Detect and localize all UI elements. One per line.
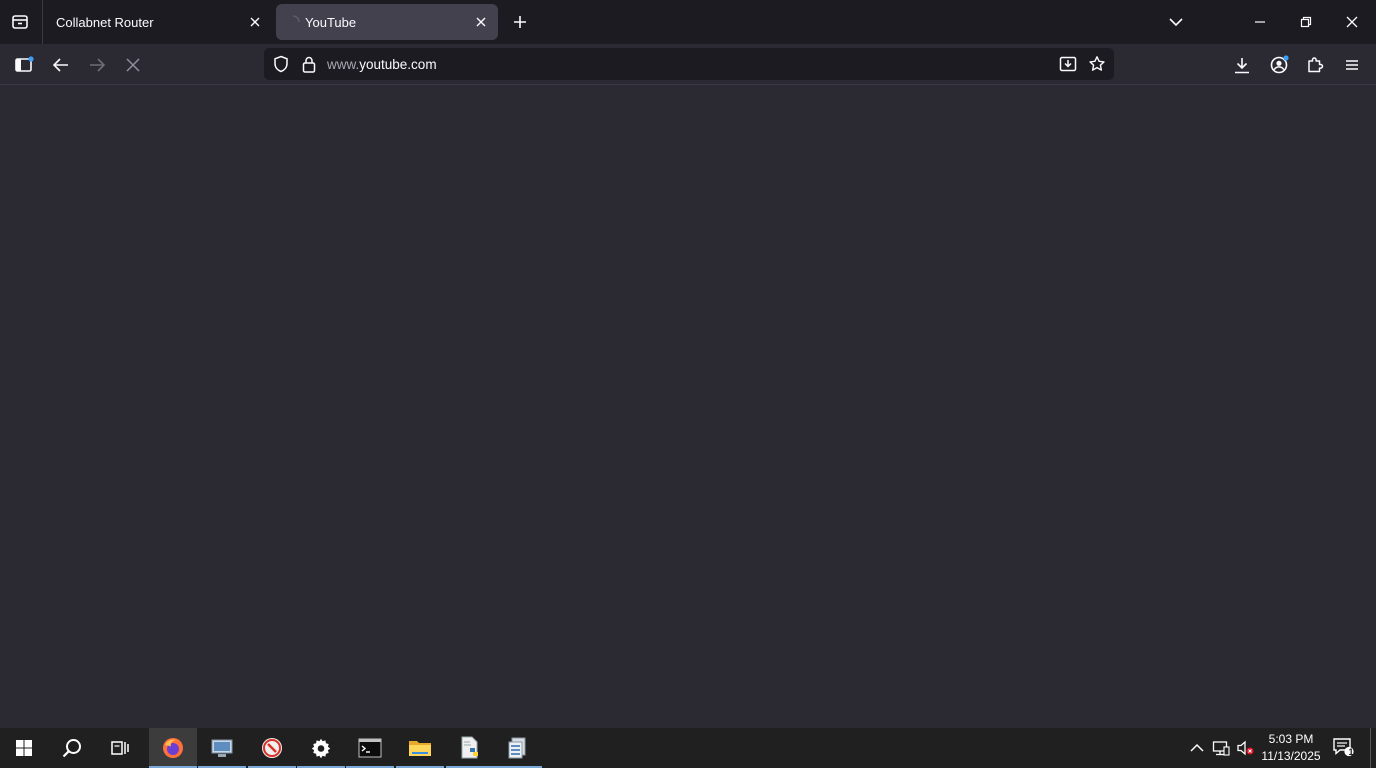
tab-title: Collabnet Router [56, 14, 154, 30]
url-bar[interactable]: www.youtube.com [264, 48, 1114, 80]
minimize-icon[interactable] [1246, 8, 1274, 36]
downloads-icon[interactable] [1229, 52, 1255, 78]
windows-logo-icon [15, 739, 33, 757]
search-icon [61, 737, 83, 759]
taskbar-app-red-app[interactable] [248, 728, 296, 768]
taskbar-app-disk-utility[interactable] [494, 728, 542, 768]
navigation-toolbar: www.youtube.com [0, 44, 1376, 85]
app-menu-icon[interactable] [1339, 52, 1365, 78]
close-window-icon[interactable] [1338, 8, 1366, 36]
task-view-icon [110, 739, 130, 757]
bookmark-star-icon[interactable] [1084, 51, 1110, 77]
clock-date: 11/13/2025 [1261, 749, 1321, 763]
url-text[interactable]: www.youtube.com [327, 57, 437, 72]
firefox-icon [161, 736, 185, 760]
url-prefix: www. [327, 57, 360, 72]
restore-icon[interactable] [1292, 8, 1320, 36]
remote-desktop-icon [210, 737, 234, 759]
extensions-icon[interactable] [1302, 52, 1328, 78]
firefox-view-icon[interactable] [8, 10, 32, 34]
windows-taskbar: 5:03 PM 11/13/2025 1 [0, 728, 1376, 768]
terminal-icon [358, 738, 382, 758]
taskbar-app-firefox[interactable] [149, 728, 197, 768]
forward-icon[interactable] [84, 52, 110, 78]
notification-center-icon[interactable]: 1 [1332, 737, 1356, 761]
tab-collabnet-router[interactable]: Collabnet Router [44, 4, 272, 40]
sidebar-toggle-icon[interactable] [11, 52, 37, 78]
red-circle-app-icon [260, 736, 284, 760]
settings-gear-icon [310, 737, 332, 759]
notification-count-badge: 1 [1348, 747, 1354, 757]
tab-title: YouTube [305, 14, 357, 30]
stop-loading-icon[interactable] [120, 52, 146, 78]
taskbar-app-python-editor[interactable] [446, 728, 494, 768]
loading-throbber-icon [284, 13, 302, 31]
taskbar-app-settings[interactable] [297, 728, 345, 768]
tracking-protection-shield-icon[interactable] [268, 51, 294, 77]
url-domain: youtube.com [359, 57, 437, 72]
python-file-icon [458, 736, 482, 760]
list-all-tabs-icon[interactable] [1164, 10, 1188, 34]
taskbar-app-file-explorer[interactable] [396, 728, 444, 768]
page-content [0, 85, 1376, 728]
start-button[interactable] [0, 728, 48, 768]
disk-utility-icon [506, 736, 530, 760]
install-app-icon[interactable] [1055, 51, 1081, 77]
show-desktop-button[interactable] [1370, 728, 1376, 768]
account-icon[interactable] [1266, 52, 1292, 78]
search-button[interactable] [48, 728, 96, 768]
clock-time: 5:03 PM [1268, 732, 1314, 746]
taskbar-app-remote-desktop[interactable] [198, 728, 246, 768]
tab-close-icon[interactable] [472, 13, 490, 31]
system-clock[interactable]: 5:03 PM 11/13/2025 [1256, 731, 1326, 765]
tab-strip: Collabnet Router YouTube [0, 0, 1376, 44]
volume-muted-icon[interactable] [1235, 738, 1255, 758]
new-tab-icon[interactable] [508, 10, 532, 34]
tab-separator [42, 0, 43, 44]
folder-icon [408, 738, 432, 758]
show-hidden-icons-chevron-icon[interactable] [1187, 738, 1207, 758]
tab-close-icon[interactable] [246, 13, 264, 31]
network-icon[interactable] [1211, 738, 1231, 758]
taskbar-app-terminal[interactable] [346, 728, 394, 768]
lock-icon[interactable] [296, 51, 322, 77]
back-icon[interactable] [48, 52, 74, 78]
tab-youtube[interactable]: YouTube [276, 4, 498, 40]
task-view-button[interactable] [96, 728, 144, 768]
